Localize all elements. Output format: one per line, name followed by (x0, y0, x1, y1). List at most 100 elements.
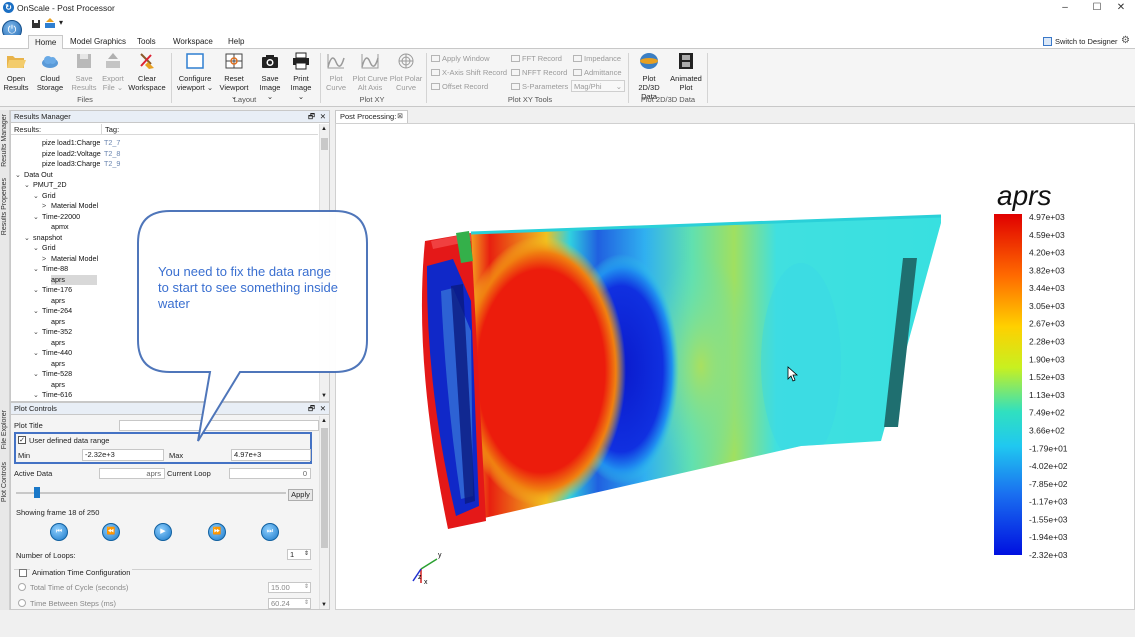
chevron-down-icon[interactable]: ⌄ (24, 180, 30, 191)
legend-tick-label: 4.97e+03 (1029, 212, 1065, 222)
status-bar (0, 611, 1135, 637)
tab-help[interactable]: Help (222, 35, 250, 49)
nfft-record-button[interactable]: NFFT Record (511, 66, 567, 80)
cloud-label-1: Cloud (40, 74, 60, 83)
first-frame-button[interactable]: ⏮ (50, 523, 68, 541)
close-panel-icon[interactable]: ✕ (320, 111, 326, 123)
print-image-button[interactable]: Print Image ⌄ (287, 52, 315, 101)
close-window-button[interactable]: ✕ (1107, 0, 1135, 16)
open-results-button[interactable]: Open Results (3, 52, 29, 92)
mag-phi-select[interactable]: Mag/Phi ⌄ (571, 80, 625, 92)
settings-gear-icon[interactable]: ⚙ (1121, 35, 1130, 46)
side-tab-results-manager[interactable]: Results Manager (1, 114, 8, 167)
upload-icon[interactable] (44, 18, 56, 29)
play-button[interactable]: ▶ (154, 523, 172, 541)
scroll-up-icon[interactable]: ▲ (321, 126, 327, 132)
plot-2d3d-data-button[interactable]: Plot 2D/3D Data (631, 52, 667, 101)
reset-viewport-button[interactable]: Reset Viewport ⌄ (217, 52, 251, 101)
tab-home[interactable]: Home (28, 35, 64, 49)
chevron-right-icon[interactable]: > (42, 201, 46, 212)
chevron-down-icon[interactable]: ⌄ (15, 170, 21, 181)
impedance-button[interactable]: Impedance (573, 52, 621, 66)
chevron-down-icon[interactable]: ⌄ (33, 306, 39, 317)
export-label-2: File ⌄ (102, 83, 124, 92)
scroll-down-icon[interactable]: ▼ (321, 602, 327, 608)
qat-dropdown-icon[interactable]: ▾ (59, 18, 63, 27)
3d-viewport[interactable]: y x z aprs 4.97e+03 4.59e+03 4.20e+03 3.82e… (335, 123, 1135, 610)
chevron-down-icon[interactable]: ⌄ (33, 327, 39, 338)
time-between-input[interactable]: 60.24 ⇕ (268, 598, 311, 609)
tab-model-graphics[interactable]: Model Graphics (64, 35, 132, 49)
total-time-radio[interactable] (18, 583, 26, 591)
pin-icon[interactable]: 🗗 (308, 111, 315, 123)
chevron-down-icon[interactable]: ⌄ (33, 369, 39, 380)
user-range-checkbox[interactable]: ✓ (18, 436, 26, 444)
tab-tools[interactable]: Tools (131, 35, 162, 49)
chevron-down-icon[interactable]: ⌄ (33, 348, 39, 359)
apply-window-button[interactable]: Apply Window (431, 52, 490, 66)
legend-tick-label: 3.66e+02 (1029, 425, 1065, 435)
cloud-storage-button[interactable]: Cloud Storage (35, 52, 65, 92)
apply-window-label: Apply Window (442, 54, 490, 63)
alt-axis-label-2: Alt Axis (357, 83, 383, 92)
tag-column-header[interactable]: Tag: (105, 124, 119, 135)
animated-plot-button[interactable]: Animated Plot (668, 52, 704, 92)
side-tab-results-properties[interactable]: Results Properties (1, 178, 8, 235)
frame-slider-track[interactable] (16, 492, 286, 494)
plot-curve-button[interactable]: Plot Curve (323, 52, 349, 92)
chevron-down-icon[interactable]: ⌄ (33, 390, 39, 400)
post-processing-tab[interactable]: Post Processing: ⊠ (335, 110, 408, 123)
min-input[interactable]: -2.32e+3 (82, 449, 164, 461)
configure-viewport-button[interactable]: Configure viewport ⌄ (176, 52, 214, 92)
user-range-label: User defined data range (29, 436, 110, 445)
fft-record-button[interactable]: FFT Record (511, 52, 562, 66)
pressure-field-render[interactable]: y x z aprs 4.97e+03 4.59e+03 4.20e+03 3.82e… (336, 124, 1135, 611)
side-tab-file-explorer[interactable]: File Explorer (1, 410, 8, 449)
stepper-icon[interactable]: ⇕ (304, 598, 309, 608)
switch-to-designer-link[interactable]: Switch to Designer (1055, 37, 1118, 46)
switch-designer-icon[interactable] (1043, 37, 1052, 46)
chevron-down-icon[interactable]: ⌄ (33, 243, 39, 254)
clear-workspace-button[interactable]: Clear Workspace (128, 52, 166, 92)
loops-stepper[interactable]: 1 ⇕ (287, 549, 311, 560)
chevron-down-icon[interactable]: ⌄ (33, 212, 39, 223)
next-frame-button[interactable]: ⏩ (208, 523, 226, 541)
side-tab-plot-controls[interactable]: Plot Controls (1, 462, 8, 502)
previous-frame-button[interactable]: ⏪ (102, 523, 120, 541)
scroll-thumb[interactable] (321, 138, 328, 150)
total-time-input[interactable]: 15.00 ⇕ (268, 582, 311, 593)
chevron-right-icon[interactable]: > (42, 254, 46, 265)
tab-workspace[interactable]: Workspace (167, 35, 219, 49)
stepper-icon[interactable]: ⇕ (304, 582, 309, 592)
time-between-radio[interactable] (18, 599, 26, 607)
chevron-down-icon[interactable]: ⌄ (33, 264, 39, 275)
save-image-button[interactable]: Save Image ⌄ (256, 52, 284, 101)
tree-item-label: aprs (51, 358, 65, 368)
last-frame-button[interactable]: ⏭ (261, 523, 279, 541)
stepper-icon[interactable]: ⇕ (304, 549, 309, 559)
minimize-button[interactable]: – (1051, 0, 1079, 16)
active-data-label: Active Data (14, 469, 53, 478)
save-icon[interactable] (31, 19, 41, 29)
offset-record-button[interactable]: Offset Record (431, 80, 488, 94)
admittance-button[interactable]: Admittance (573, 66, 622, 80)
chevron-down-icon[interactable]: ⌄ (33, 191, 39, 202)
polar-label-1: Plot Polar (389, 74, 423, 83)
chevron-down-icon[interactable]: ⌄ (24, 233, 30, 244)
group-divider (426, 53, 427, 103)
chevron-down-icon[interactable]: ⌄ (33, 285, 39, 296)
plot-polar-curve-button[interactable]: Plot Polar Curve (389, 52, 423, 92)
frame-slider-thumb[interactable] (34, 487, 40, 498)
export-file-button[interactable]: Export File ⌄ (100, 52, 126, 92)
save-results-button[interactable]: Save Results (70, 52, 98, 92)
s-parameters-button[interactable]: S-Parameters (511, 80, 568, 94)
apply-button[interactable]: Apply (288, 489, 313, 501)
clear-label-2: Workspace (128, 83, 166, 92)
results-column-header[interactable]: Results: (14, 124, 41, 135)
plot-curve-alt-axis-button[interactable]: Plot Curve Alt Axis (351, 52, 389, 92)
active-data-value[interactable]: aprs (99, 468, 165, 479)
close-tab-icon[interactable]: ⊠ (397, 111, 403, 123)
anim-config-checkbox[interactable] (19, 569, 27, 577)
max-input[interactable]: 4.97e+3 (231, 449, 311, 461)
x-axis-shift-button[interactable]: X-Axis Shift Record (431, 66, 507, 80)
